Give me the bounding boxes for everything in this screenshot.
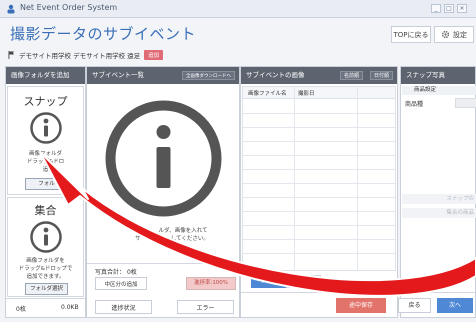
progress-label: 進捗率: [193, 280, 213, 286]
red-arrow [39, 151, 476, 297]
progress-value: 100% [212, 280, 229, 286]
red-arrow-annotation [39, 151, 476, 297]
